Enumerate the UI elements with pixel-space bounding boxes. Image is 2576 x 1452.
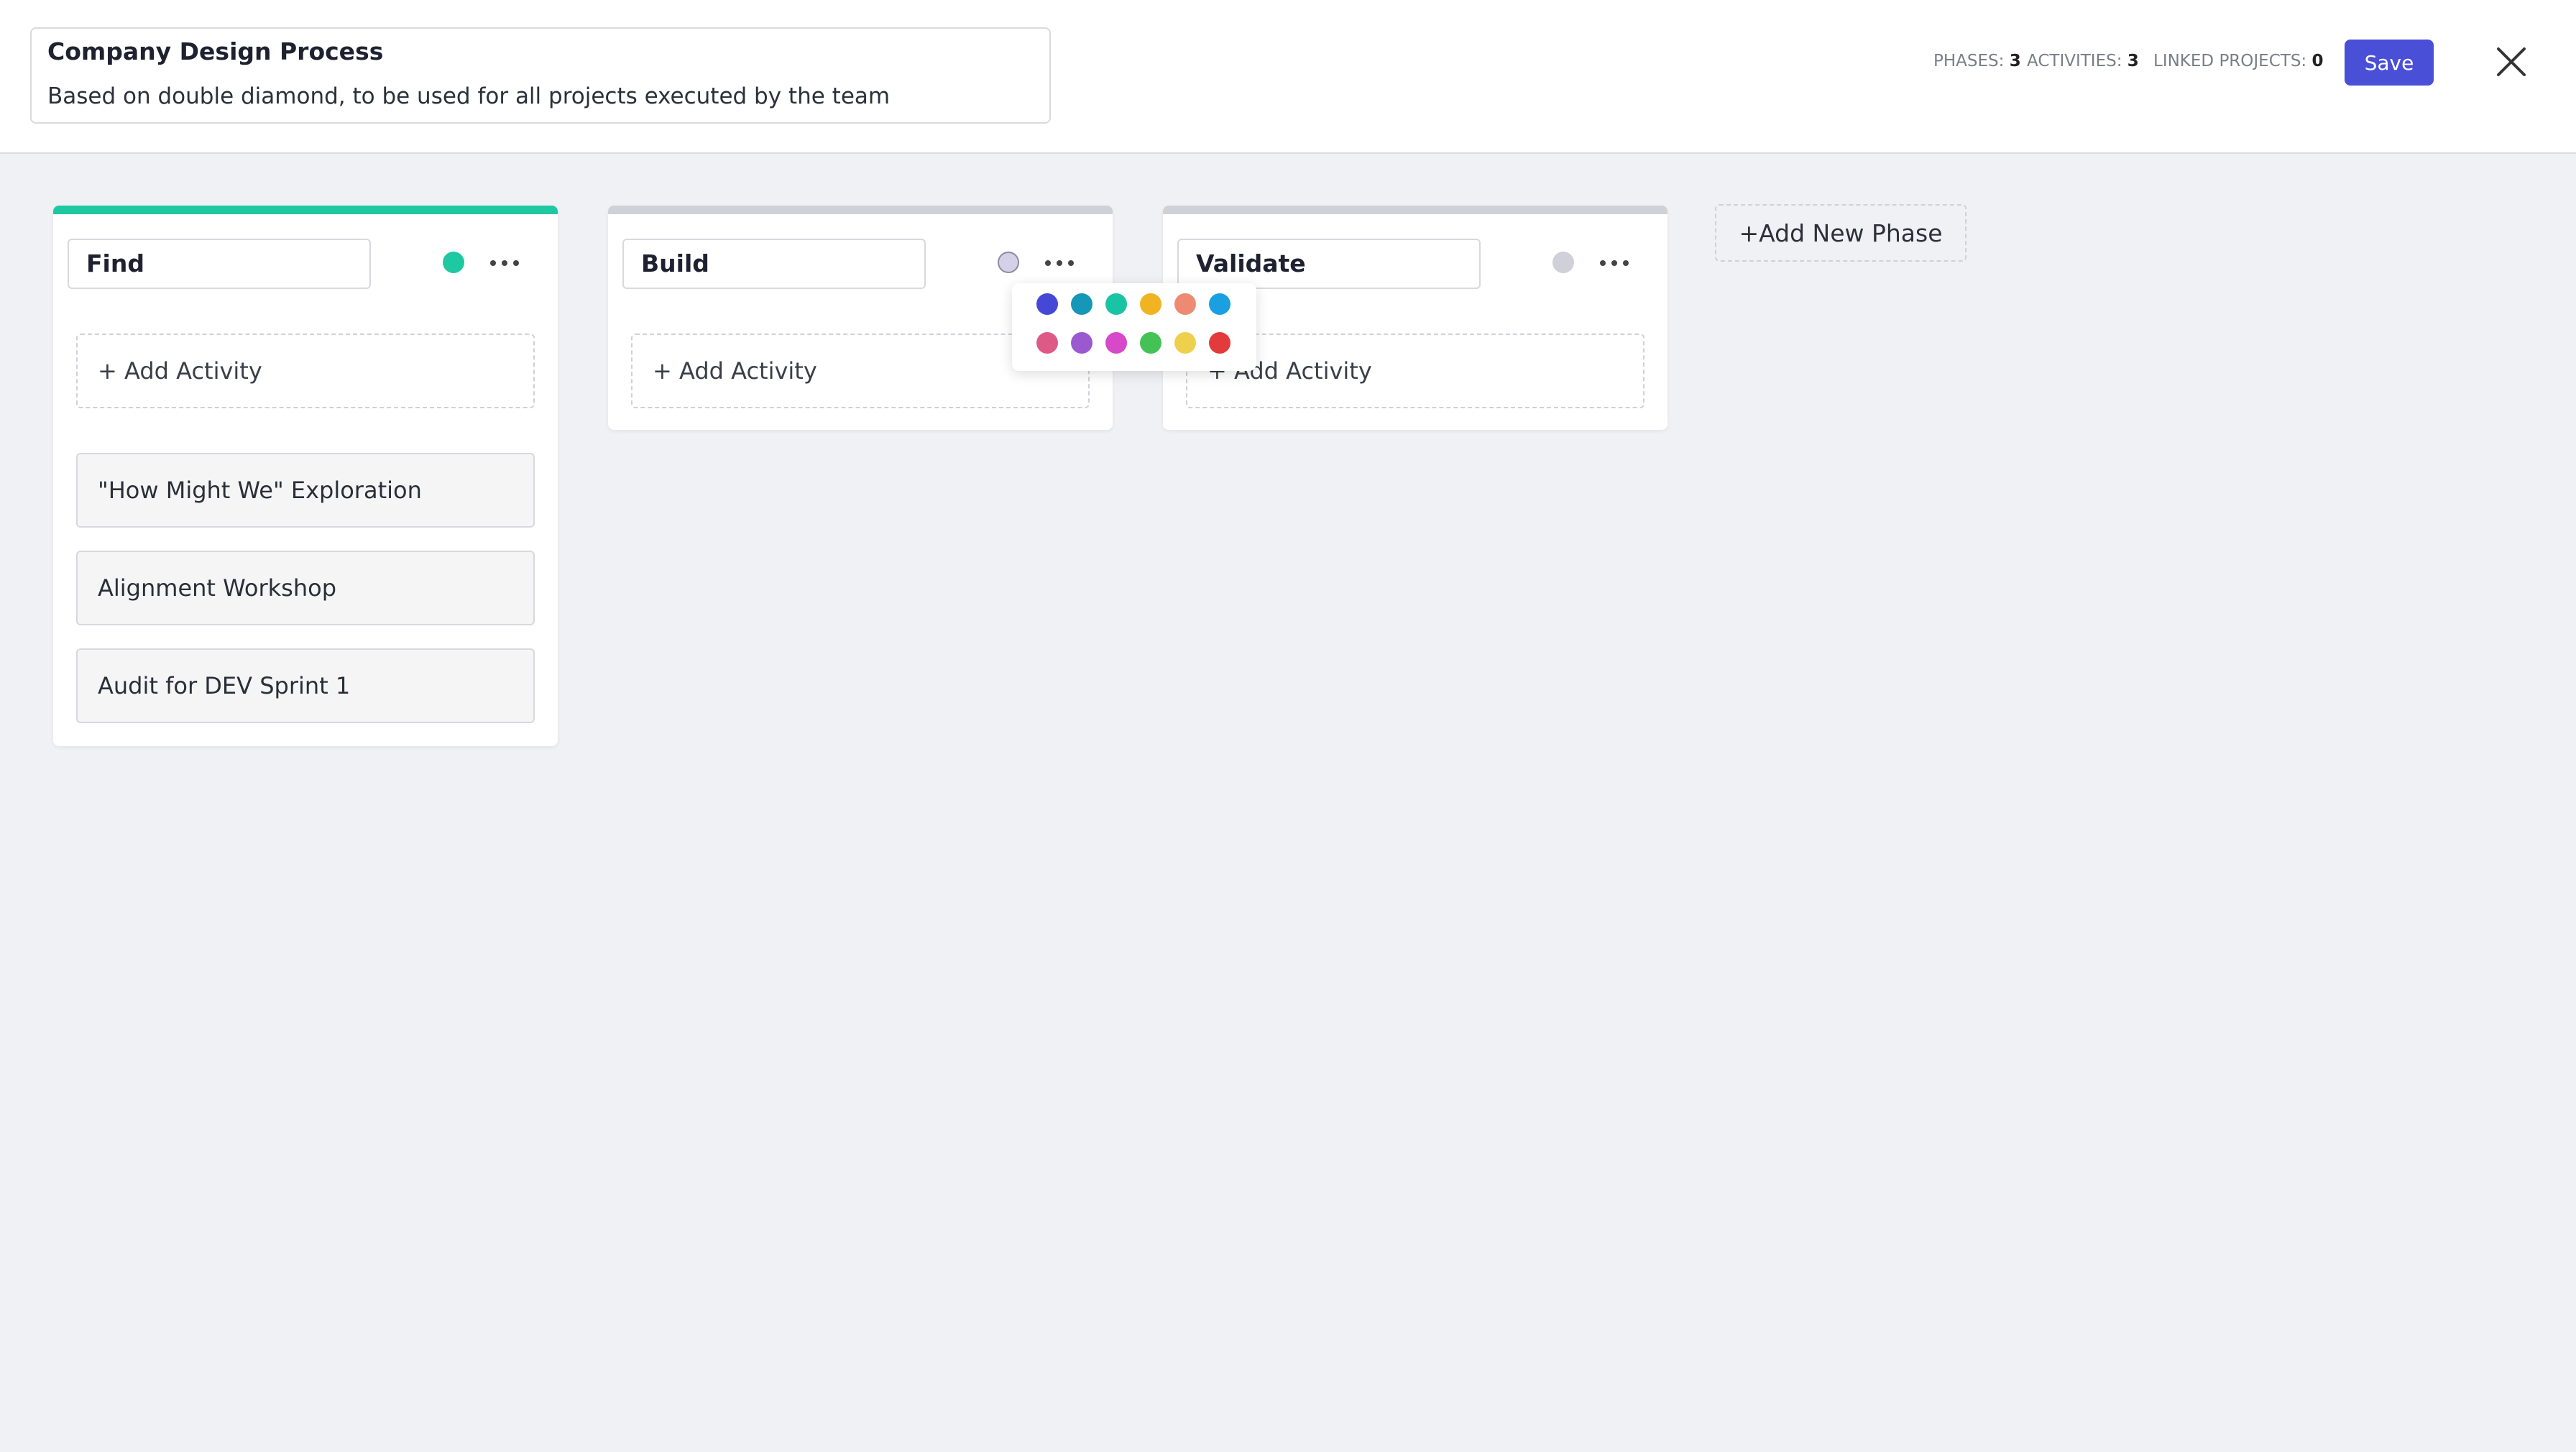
linked-projects-stat-value: 0 <box>2312 52 2324 70</box>
phases-stat-label: PHASES: <box>1933 52 2005 70</box>
color-swatch[interactable] <box>1105 332 1127 354</box>
color-swatch[interactable] <box>1209 293 1230 315</box>
phase-color-bar <box>608 206 1113 214</box>
add-new-phase-button[interactable]: +Add New Phase <box>1715 204 1966 262</box>
phases-stat-value: 3 <box>2009 52 2021 70</box>
color-swatch[interactable] <box>1140 293 1162 315</box>
color-swatch[interactable] <box>1071 293 1092 315</box>
phases-stat: PHASES: 3 <box>1933 52 2021 70</box>
phase-color-dot[interactable] <box>998 252 1019 273</box>
phase-name-input[interactable]: Validate <box>1177 239 1481 289</box>
activity-card[interactable]: Audit for DEV Sprint 1 <box>76 648 535 723</box>
phase-color-bar <box>53 206 558 214</box>
phase-color-bar <box>1163 206 1668 214</box>
color-swatch[interactable] <box>1036 332 1058 354</box>
color-swatch[interactable] <box>1174 332 1196 354</box>
activities-stat-value: 3 <box>2127 52 2139 70</box>
save-button[interactable]: Save <box>2345 40 2434 86</box>
linked-projects-stat: LINKED PROJECTS: 0 <box>2153 52 2324 70</box>
phase-card-find: Find + Add Activity "How Might We" Explo… <box>53 206 558 746</box>
phase-color-dot[interactable] <box>1552 252 1574 273</box>
color-swatch[interactable] <box>1209 332 1230 354</box>
more-options-icon[interactable] <box>1039 247 1080 279</box>
color-swatch[interactable] <box>1071 332 1092 354</box>
process-description[interactable]: Based on double diamond, to be used for … <box>47 83 890 109</box>
color-swatch[interactable] <box>1105 293 1127 315</box>
process-title-box[interactable]: Company Design Process Based on double d… <box>30 27 1051 124</box>
more-options-icon[interactable] <box>1594 247 1634 279</box>
linked-projects-stat-label: LINKED PROJECTS: <box>2153 52 2307 70</box>
more-options-icon[interactable] <box>484 247 525 279</box>
color-swatch[interactable] <box>1140 332 1162 354</box>
activity-card[interactable]: "How Might We" Exploration <box>76 453 535 528</box>
activity-card[interactable]: Alignment Workshop <box>76 551 535 625</box>
color-picker-popover <box>1012 283 1256 371</box>
color-swatch[interactable] <box>1174 293 1196 315</box>
close-icon[interactable] <box>2491 42 2531 82</box>
phase-name-input[interactable]: Build <box>622 239 926 289</box>
phase-color-dot[interactable] <box>443 252 464 273</box>
activities-stat-label: ACTIVITIES: <box>2027 52 2122 70</box>
color-swatch[interactable] <box>1036 293 1058 315</box>
add-activity-button[interactable]: + Add Activity <box>76 334 535 408</box>
process-title[interactable]: Company Design Process <box>47 37 383 65</box>
editor-header: Company Design Process Based on double d… <box>0 0 2576 154</box>
phase-name-input[interactable]: Find <box>68 239 371 289</box>
activities-stat: ACTIVITIES: 3 <box>2027 52 2139 70</box>
